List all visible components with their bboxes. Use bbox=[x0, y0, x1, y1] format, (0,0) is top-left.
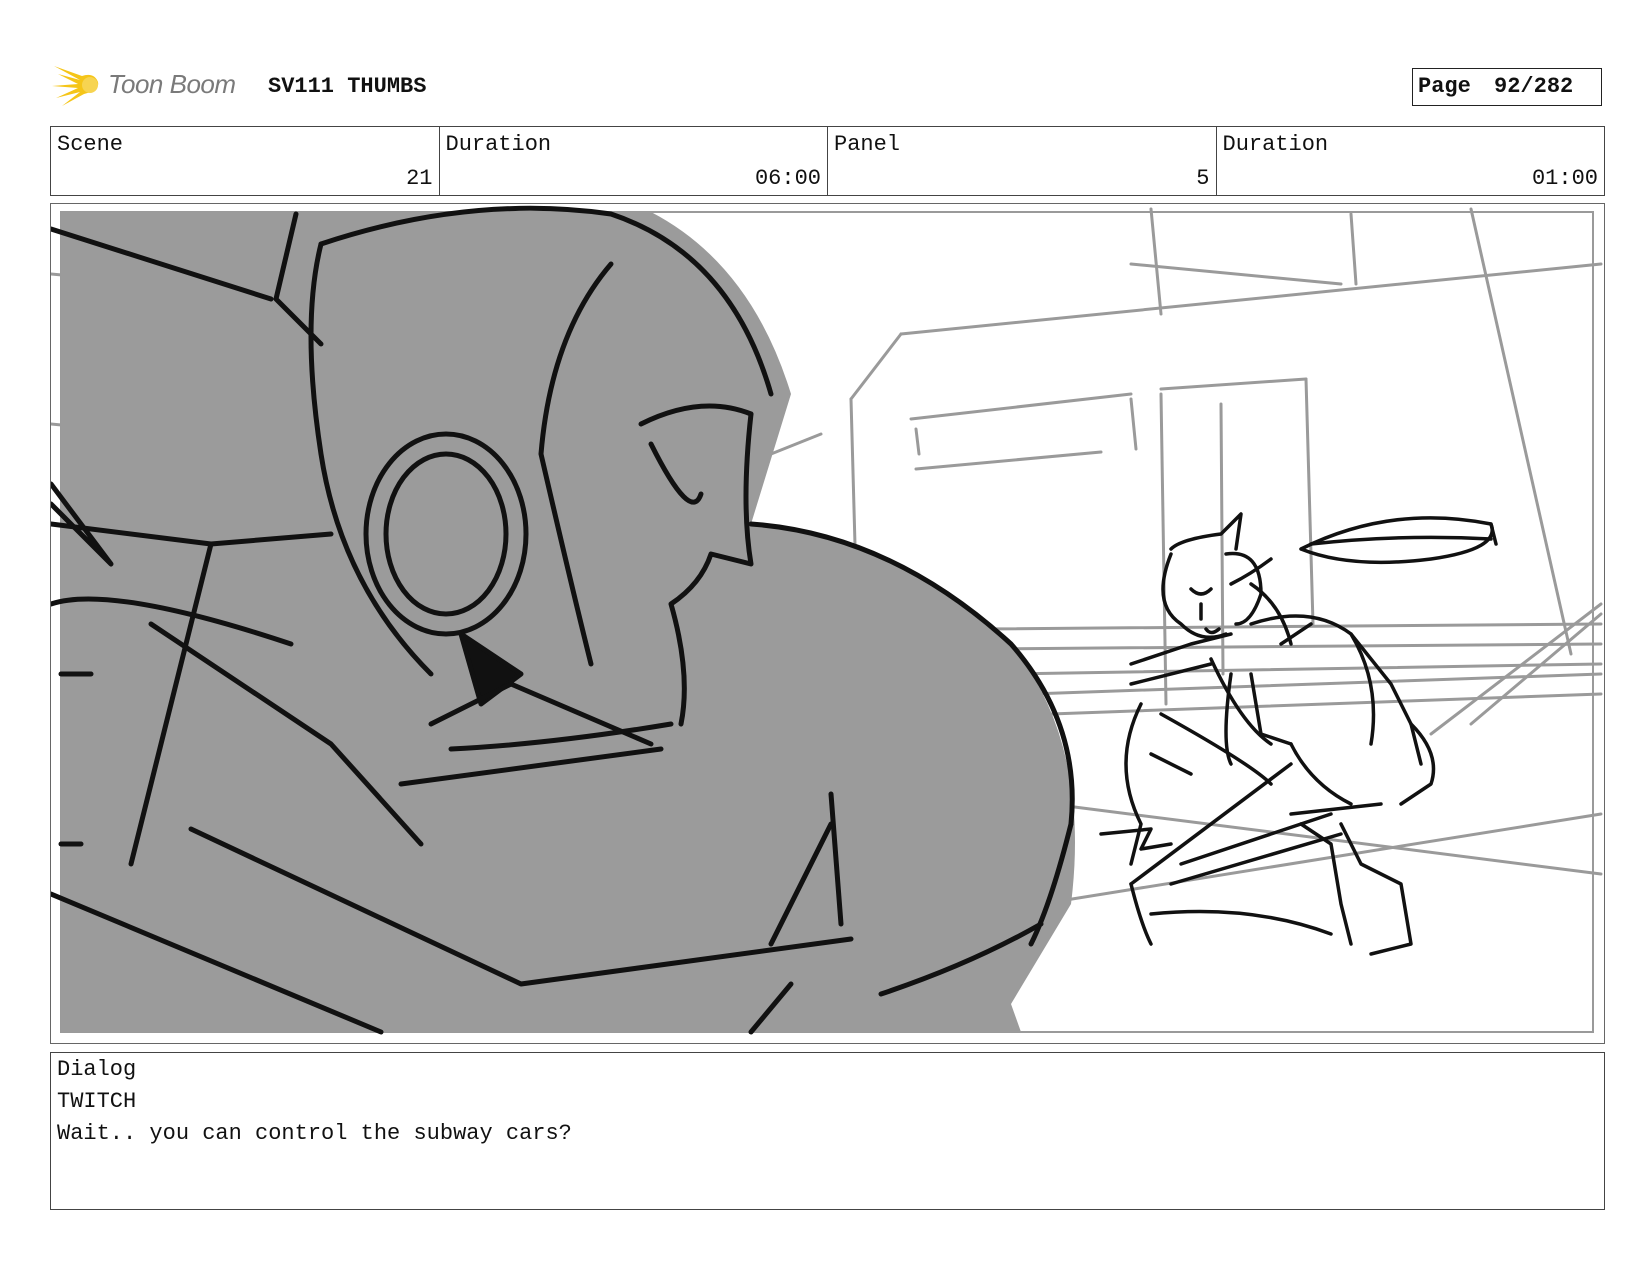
scene-info-row: Scene 21 Duration 06:00 Panel 5 Duration… bbox=[50, 126, 1605, 196]
dialog-text: Wait.. you can control the subway cars? bbox=[57, 1121, 572, 1146]
logo-text: Toon Boom bbox=[108, 69, 236, 99]
storyboard-panel bbox=[50, 203, 1605, 1044]
panel-cell: Panel 5 bbox=[828, 127, 1217, 195]
logo-burst-icon bbox=[52, 66, 99, 106]
panel-duration-label: Duration bbox=[1222, 132, 1329, 157]
page-value: 92/282 bbox=[1494, 74, 1574, 99]
panel-duration-value: 01:00 bbox=[1531, 166, 1598, 191]
scene-label: Scene bbox=[57, 132, 124, 157]
dialog-label: Dialog bbox=[57, 1057, 137, 1082]
page-counter: Page 92/282 bbox=[1412, 68, 1602, 106]
scene-duration-label: Duration bbox=[445, 132, 552, 157]
project-title: SV111 THUMBS bbox=[268, 74, 427, 99]
toon-boom-logo: Toon Boom bbox=[50, 58, 250, 112]
scene-duration-cell: Duration 06:00 bbox=[440, 127, 828, 195]
dialog-character: TWITCH bbox=[57, 1089, 137, 1114]
scene-cell: Scene 21 bbox=[51, 127, 440, 195]
page-label: Page bbox=[1418, 74, 1471, 99]
scene-value: 21 bbox=[406, 166, 433, 191]
storyboard-header: Toon Boom SV111 THUMBS Page 92/282 bbox=[50, 58, 1604, 112]
panel-value: 5 bbox=[1196, 166, 1210, 191]
panel-label: Panel bbox=[834, 132, 901, 157]
scene-duration-value: 06:00 bbox=[754, 166, 821, 191]
background-character-lines bbox=[1099, 512, 1498, 956]
dialog-box: Dialog TWITCH Wait.. you can control the… bbox=[50, 1052, 1605, 1210]
panel-sketch bbox=[51, 205, 1603, 1035]
panel-duration-cell: Duration 01:00 bbox=[1217, 127, 1605, 195]
